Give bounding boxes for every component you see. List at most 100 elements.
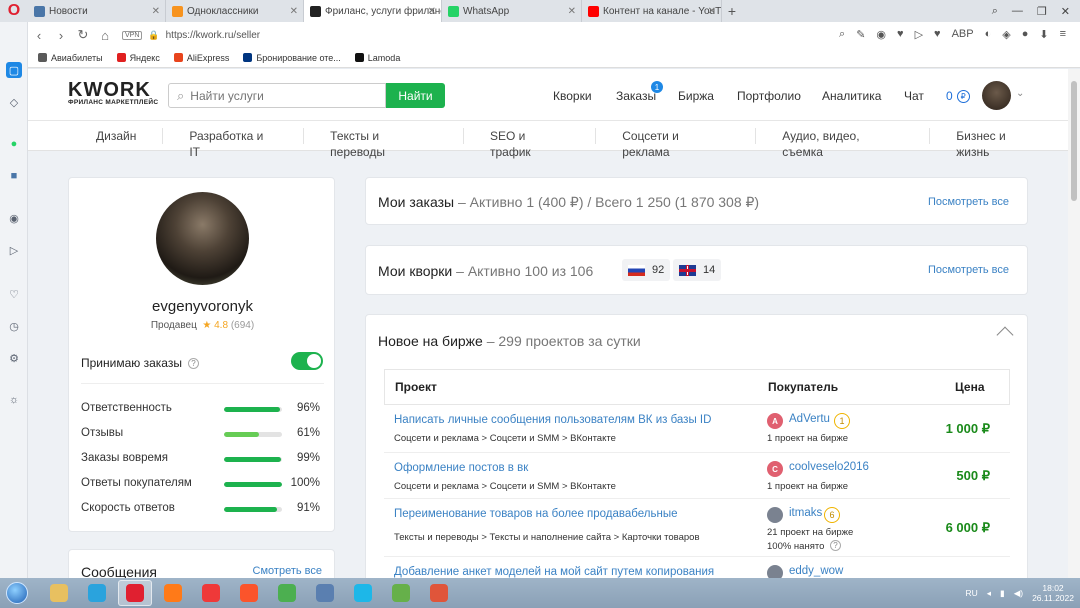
nav-item[interactable]: Кворки	[553, 89, 592, 103]
profile-avatar[interactable]	[156, 192, 249, 285]
tips-icon[interactable]: ☼	[6, 392, 22, 408]
minimize-button[interactable]: —	[1012, 5, 1023, 17]
buyer-avatar[interactable]	[767, 507, 783, 523]
language-indicator[interactable]: RU	[965, 588, 977, 598]
project-link[interactable]: Написать личные сообщения пользователям …	[394, 414, 711, 426]
forward-icon[interactable]: ›	[50, 28, 72, 43]
nav-item[interactable]: Аналитика	[822, 89, 881, 103]
kworks-en-count[interactable]: 14	[673, 259, 722, 281]
tab-close-icon[interactable]: ✕	[708, 6, 716, 17]
player-icon[interactable]: ◉	[6, 210, 22, 226]
vk-icon[interactable]: ■	[6, 168, 22, 184]
kwork-logo[interactable]: KWORK ФРИЛАНС МАРКЕТПЛЕЙС	[68, 80, 158, 106]
taskbar-app-opera[interactable]	[118, 580, 152, 606]
search-input[interactable]	[190, 88, 371, 103]
toolbar-extension-icon[interactable]: ♥	[897, 28, 904, 41]
buyer-avatar[interactable]: A	[767, 413, 783, 429]
bookmark-item[interactable]: Яндекс	[116, 53, 160, 63]
tab-search-icon[interactable]: ⌕	[992, 5, 998, 18]
taskbar-app-chrome[interactable]	[270, 580, 304, 606]
heart-icon[interactable]: ♡	[6, 286, 22, 302]
taskbar-app-utorrent[interactable]	[384, 580, 418, 606]
toolbar-extension-icon[interactable]: ●	[1022, 28, 1029, 41]
buyer-avatar[interactable]: C	[767, 461, 783, 477]
taskbar-app-telegram[interactable]	[80, 580, 114, 606]
taskbar-app-skype[interactable]	[346, 580, 380, 606]
speed-dial-icon[interactable]: ▢	[6, 62, 22, 78]
tray-arrow-icon[interactable]: ◂	[987, 588, 991, 599]
maximize-button[interactable]: ❐	[1037, 5, 1047, 18]
browser-tab[interactable]: Одноклассники ✕	[166, 0, 304, 22]
page-scrollbar[interactable]	[1068, 69, 1080, 578]
help-icon[interactable]: ?	[187, 357, 199, 369]
bookmark-item[interactable]: Lamoda	[354, 53, 400, 63]
category-0[interactable]: Дизайн	[70, 127, 164, 144]
toolbar-extension-icon[interactable]: ✎	[856, 28, 865, 41]
buyer-name-link[interactable]: coolveselo2016	[789, 461, 869, 473]
category-5[interactable]: Аудио, видео, съемка	[756, 127, 931, 159]
clock[interactable]: 18:02 26.11.2022	[1032, 583, 1074, 603]
buyer-name-link[interactable]: eddy_wow	[789, 565, 843, 577]
category-6[interactable]: Бизнес и жизнь	[930, 128, 1068, 159]
new-tab-button[interactable]: +	[722, 3, 742, 19]
toolbar-extension-icon[interactable]: ABP	[952, 28, 974, 41]
category-2[interactable]: Тексты и переводы	[304, 127, 464, 159]
send-icon[interactable]: ▷	[6, 242, 22, 258]
reload-icon[interactable]: ↻	[72, 27, 94, 43]
nav-item[interactable]: Заказы	[616, 89, 656, 103]
buyer-name-link[interactable]: itmaks	[789, 507, 822, 519]
start-button[interactable]	[0, 578, 34, 608]
volume-icon[interactable]: ◀)	[1014, 588, 1023, 599]
taskbar-app-brave[interactable]	[232, 580, 266, 606]
browser-tab[interactable]: Новости ✕	[28, 0, 166, 22]
toolbar-extension-icon[interactable]: ⬇	[1039, 28, 1048, 41]
nav-item[interactable]: Портфолио	[737, 89, 801, 103]
toolbar-extension-icon[interactable]: ◉	[876, 28, 886, 41]
category-4[interactable]: Соцсети и реклама	[596, 127, 757, 159]
nav-item[interactable]: Чат	[904, 89, 924, 103]
orders-view-all-link[interactable]: Посмотреть все	[928, 196, 1009, 208]
tab-close-icon[interactable]: ✕	[152, 6, 160, 17]
taskbar-app-app[interactable]	[422, 580, 456, 606]
collapse-chevron-icon[interactable]	[996, 326, 1014, 344]
buyer-avatar[interactable]	[767, 565, 783, 578]
network-icon[interactable]: ▮	[1000, 588, 1005, 599]
help-icon[interactable]: ?	[830, 540, 841, 551]
settings-icon[interactable]: ⚙	[6, 350, 22, 366]
toolbar-extension-icon[interactable]: ▷	[915, 28, 923, 41]
chevron-down-icon[interactable]: ⌄	[1016, 88, 1024, 99]
taskbar-app-explorer[interactable]	[42, 580, 76, 606]
bookmark-item[interactable]: Бронирование оте...	[243, 53, 341, 63]
browser-tab[interactable]: Контент на канале - YouTu ✕	[582, 0, 722, 22]
search-button[interactable]: Найти	[386, 83, 445, 108]
toolbar-extension-icon[interactable]: ◐	[985, 28, 992, 41]
balance[interactable]: 0 ₽	[946, 89, 970, 103]
toolbar-extension-icon[interactable]: ◈	[1002, 28, 1010, 41]
whatsapp-icon[interactable]: ●	[6, 136, 22, 152]
accept-orders-toggle[interactable]	[291, 352, 323, 370]
project-link[interactable]: Переименование товаров на более продаваб…	[394, 508, 677, 520]
taskbar-app-firefox[interactable]	[156, 580, 190, 606]
tab-close-icon[interactable]: ✕	[428, 6, 436, 17]
buyer-name-link[interactable]: AdVertu	[789, 413, 830, 425]
toolbar-extension-icon[interactable]: ⌕	[839, 28, 845, 41]
project-link[interactable]: Оформление постов в вк	[394, 462, 528, 474]
home-icon[interactable]: ⌂	[94, 28, 116, 43]
bookmark-item[interactable]: Авиабилеты	[38, 53, 103, 63]
flow-icon[interactable]: ◇	[6, 94, 22, 110]
category-1[interactable]: Разработка и IT	[163, 127, 305, 159]
project-link[interactable]: Добавление анкет моделей на мой сайт пут…	[394, 566, 714, 578]
url-field[interactable]: https://kwork.ru/seller	[166, 30, 260, 41]
browser-tab[interactable]: Фриланс, услуги фриланс ✕	[304, 0, 442, 22]
tab-close-icon[interactable]: ✕	[568, 6, 576, 17]
close-window-button[interactable]: ✕	[1061, 5, 1070, 18]
browser-tab[interactable]: WhatsApp ✕	[442, 0, 582, 22]
bookmark-item[interactable]: AliExpress	[173, 53, 229, 63]
toolbar-extension-icon[interactable]: ♥	[934, 28, 941, 41]
kworks-view-all-link[interactable]: Посмотреть все	[928, 264, 1009, 276]
user-avatar[interactable]	[982, 81, 1011, 110]
profile-username[interactable]: evgenyvoronyk	[69, 298, 336, 315]
tab-close-icon[interactable]: ✕	[290, 6, 298, 17]
toolbar-extension-icon[interactable]: ≡	[1060, 28, 1066, 41]
kworks-ru-count[interactable]: 92	[622, 259, 671, 281]
